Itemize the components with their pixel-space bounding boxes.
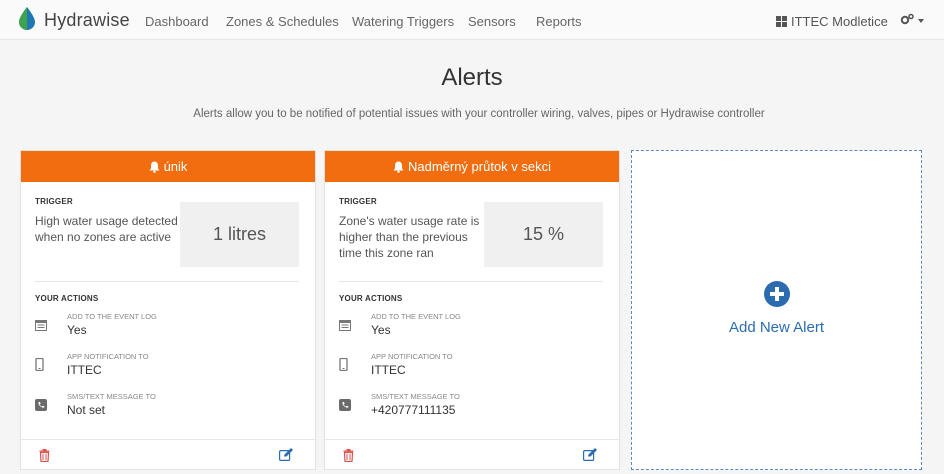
nav-dashboard[interactable]: Dashboard — [145, 14, 209, 29]
phone-square-icon — [339, 398, 351, 411]
settings-menu[interactable] — [900, 13, 924, 28]
nav-watering-triggers[interactable]: Watering Triggers — [352, 14, 454, 29]
action-label: APP NOTIFICATION TO — [371, 352, 453, 361]
trigger-label: TRIGGER — [35, 197, 73, 206]
brand[interactable]: Hydrawise — [18, 6, 130, 35]
bell-icon — [149, 161, 160, 173]
your-actions-label: YOUR ACTIONS — [35, 294, 99, 303]
add-new-alert-content: Add New Alert — [632, 281, 921, 336]
event-log-icon — [35, 318, 47, 331]
edit-alert-button[interactable] — [583, 448, 598, 466]
trigger-value: 1 litres — [180, 202, 299, 267]
controller-selector[interactable]: ITTEC Modletice — [776, 14, 888, 29]
alert-card: Nadměrný průtok v sekci TRIGGER Zone's w… — [324, 150, 620, 470]
trigger-description: Zone's water usage rate is higher than t… — [339, 214, 480, 260]
action-app-notification: APP NOTIFICATION TO ITTEC — [339, 352, 599, 388]
bell-icon — [393, 161, 404, 173]
delete-alert-button[interactable] — [39, 449, 50, 467]
event-log-icon — [339, 318, 351, 331]
alert-card-footer — [21, 439, 315, 470]
nav-sensors[interactable]: Sensors — [468, 14, 516, 29]
action-value: Yes — [371, 323, 391, 337]
alert-title: únik — [163, 159, 188, 174]
trigger-description: High water usage detected when no zones … — [35, 214, 178, 244]
controller-name: ITTEC Modletice — [791, 14, 888, 29]
action-value: Not set — [67, 403, 106, 417]
alert-title: Nadměrný průtok v sekci — [407, 159, 552, 174]
trigger-label: TRIGGER — [339, 197, 377, 206]
add-new-alert-label: Add New Alert — [728, 319, 825, 336]
add-new-alert-button[interactable]: Add New Alert — [631, 150, 922, 470]
action-label: APP NOTIFICATION TO — [67, 352, 149, 361]
divider — [339, 281, 603, 282]
edit-icon — [279, 448, 293, 462]
action-value: ITTEC — [67, 363, 102, 377]
gears-icon — [900, 13, 914, 28]
action-label: ADD TO THE EVENT LOG — [67, 312, 157, 321]
nav-zones-schedules[interactable]: Zones & Schedules — [226, 14, 339, 29]
action-app-notification: APP NOTIFICATION TO ITTEC — [35, 352, 295, 388]
phone-icon — [35, 357, 47, 372]
phone-icon — [339, 357, 351, 372]
edit-alert-button[interactable] — [279, 448, 294, 466]
divider — [35, 281, 299, 282]
action-label: ADD TO THE EVENT LOG — [371, 312, 461, 321]
action-label: SMS/TEXT MESSAGE TO — [67, 392, 156, 401]
grid-icon — [776, 16, 787, 27]
nav-reports[interactable]: Reports — [536, 14, 582, 29]
phone-square-icon — [35, 398, 47, 411]
alert-card: únik TRIGGER High water usage detected w… — [20, 150, 316, 470]
alert-card-footer — [325, 439, 619, 470]
action-label: SMS/TEXT MESSAGE TO — [371, 392, 460, 401]
trash-icon — [343, 449, 354, 463]
alert-card-header: Nadměrný průtok v sekci — [325, 151, 619, 182]
delete-alert-button[interactable] — [343, 449, 354, 467]
action-value: Yes — [67, 323, 87, 337]
action-event-log: ADD TO THE EVENT LOG Yes — [339, 312, 599, 348]
plus-circle-icon — [763, 281, 790, 307]
caret-down-icon — [918, 18, 924, 23]
action-value: +420777111135 — [371, 403, 456, 417]
edit-icon — [583, 448, 597, 462]
action-sms: SMS/TEXT MESSAGE TO Not set — [35, 392, 295, 428]
brand-name: Hydrawise — [44, 9, 130, 30]
your-actions-label: YOUR ACTIONS — [339, 294, 403, 303]
alert-card-header: únik — [21, 151, 315, 182]
water-drop-logo-icon — [18, 6, 36, 35]
top-navbar: Hydrawise Dashboard Zones & Schedules Wa… — [0, 0, 944, 40]
page-title: Alerts — [441, 64, 503, 91]
action-event-log: ADD TO THE EVENT LOG Yes — [35, 312, 295, 348]
trash-icon — [39, 449, 50, 463]
action-sms: SMS/TEXT MESSAGE TO +420777111135 — [339, 392, 599, 428]
action-value: ITTEC — [371, 363, 406, 377]
page-subtitle: Alerts allow you to be notified of poten… — [193, 108, 765, 120]
trigger-value: 15 % — [484, 202, 603, 267]
